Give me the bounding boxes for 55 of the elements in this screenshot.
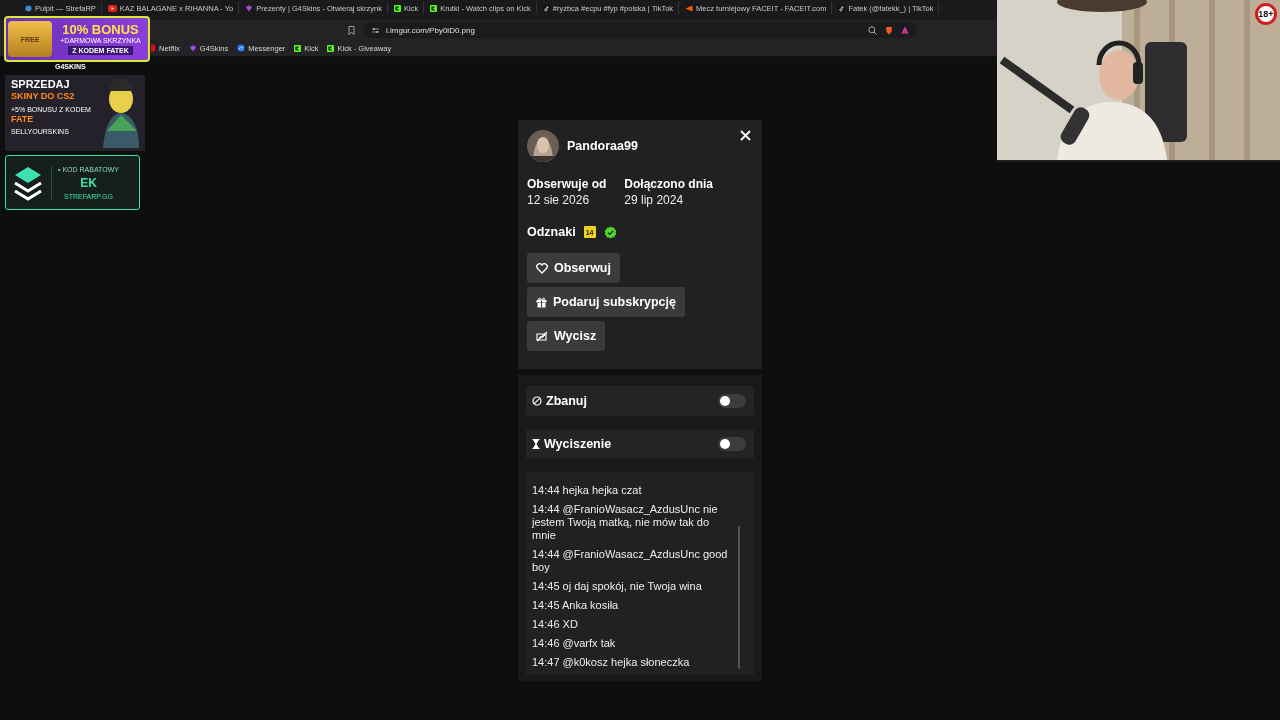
username: Pandoraa99 (567, 139, 638, 153)
chat-message: 14:44 @FranioWasacz_AzdusUnc nie jestem Twoją matką, nie mów tak do mnie (532, 503, 719, 542)
music-note-icon (542, 4, 550, 12)
chat-message: 14:45 oj daj spokój, nie Twoja wina (532, 580, 703, 593)
gem-icon (188, 44, 197, 52)
triangle-icon (901, 26, 909, 34)
chat-message: 14:46 @varfx tak (532, 637, 617, 650)
zoom-icon (868, 25, 877, 35)
chat-message: 14:44 @FranioWasacz_AzdusUnc good boy (532, 548, 729, 574)
hourglass-icon (532, 439, 540, 449)
shield-icon (885, 25, 893, 35)
badges-label: Odznaki (527, 225, 576, 239)
action-button[interactable]: Wycisz (527, 321, 606, 351)
promo-headline: 10% BONUS (62, 23, 139, 37)
play-icon (107, 4, 117, 12)
stat-value: 12 sie 2026 (527, 192, 591, 209)
chat-message: 14:45 Anka kosiła (532, 599, 620, 612)
netflix-icon (150, 44, 156, 52)
scrollbar[interactable] (738, 526, 740, 669)
arrow-icon (685, 4, 694, 12)
promo-code: EK (80, 175, 97, 190)
toggle-switch[interactable] (718, 394, 746, 408)
music-note-icon (838, 4, 846, 12)
promo-headline: SPRZEDAJ (11, 78, 71, 91)
moderation-label: Zbanuj (546, 394, 587, 408)
chat-message: 14:47 @k0kosz hejka słoneczka (532, 656, 691, 669)
stat-label: Obserwuje od (527, 177, 607, 192)
ban-icon (532, 396, 542, 406)
close-button[interactable] (740, 130, 751, 141)
action-button[interactable]: Podaruj subskrypcję (527, 287, 685, 317)
avatar (527, 130, 559, 162)
gem-icon (245, 4, 254, 12)
toggle-switch[interactable] (718, 437, 746, 451)
kick-logo-icon (294, 44, 302, 52)
site-settings-icon (371, 26, 380, 34)
chat-message: 14:44 hejka hejka czat (532, 484, 643, 497)
kick-logo-icon (327, 44, 335, 52)
verified-badge-icon (603, 225, 617, 239)
moderation-label: Wyciszenie (544, 437, 612, 451)
globe-icon (25, 4, 32, 12)
address-field[interactable]: i.imgur.com/Pby0iD0.png (363, 22, 917, 38)
chat-message: 14:46 XD (532, 618, 579, 631)
stat-value: 29 lip 2024 (624, 192, 685, 209)
stat-label: Dołączono dnia (624, 177, 714, 192)
bookmark-icon (348, 25, 355, 35)
promo-headline: SKINY DO CS2 (11, 91, 76, 102)
close-icon (740, 130, 751, 141)
heart-icon (536, 262, 548, 274)
kick-logo-icon (394, 4, 401, 12)
gift-icon (536, 296, 547, 308)
action-button[interactable]: Obserwuj (527, 253, 620, 283)
kick-logo-icon (430, 4, 438, 12)
chat-bubble-icon (237, 44, 246, 52)
message-off-icon (536, 330, 548, 342)
promo-code: FATE (11, 113, 35, 125)
